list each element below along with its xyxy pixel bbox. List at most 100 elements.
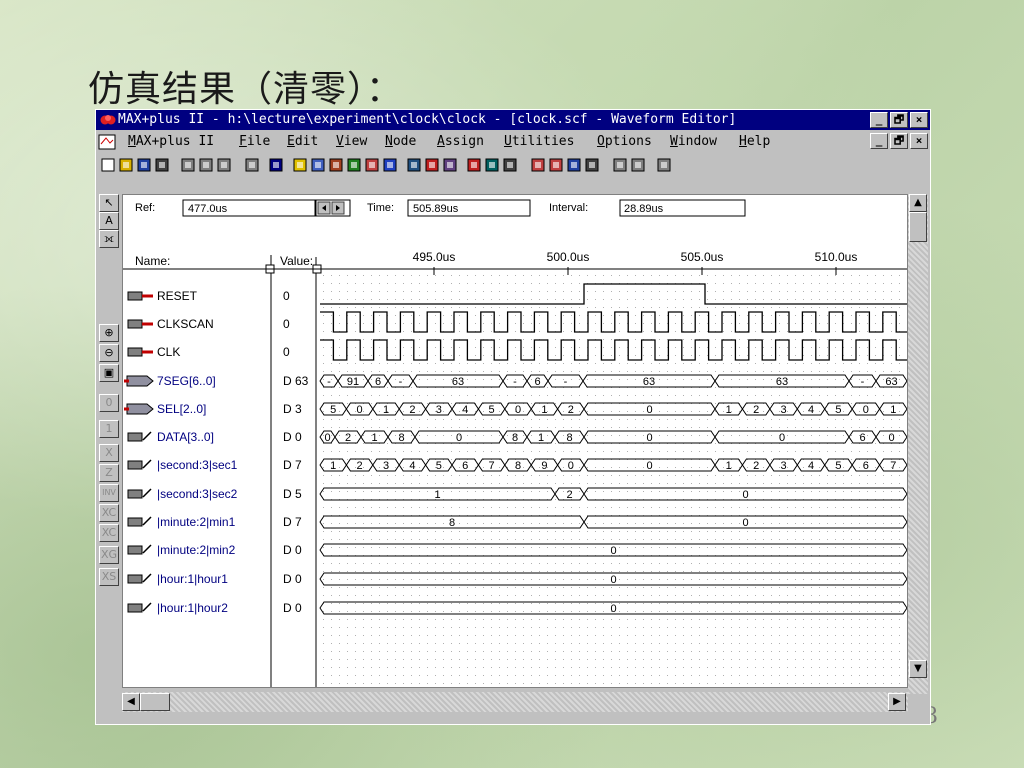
set-z-icon[interactable]: Z [99,464,119,482]
probe-timing-icon[interactable] [612,157,628,173]
signal-row[interactable]: |hour:1|hour2 D 0 [127,601,302,615]
doc-restore-button[interactable]: 🗗 [890,133,908,149]
close-button[interactable]: × [910,112,928,128]
save-icon-glyph [137,158,151,172]
signal-name[interactable]: CLKSCAN [157,317,214,331]
save-check-icon[interactable] [502,157,518,173]
signal-name[interactable]: 7SEG[6..0] [157,374,216,388]
menu-utilities[interactable]: Utilities [504,131,574,153]
open-icon[interactable] [118,157,134,173]
overwrite-count-icon[interactable]: XC [99,524,119,542]
signal-name[interactable]: RESET [157,289,198,303]
probe-icon[interactable] [566,157,582,173]
vertical-scroll-thumb[interactable] [909,212,927,242]
node-icon[interactable]: ⟗ [99,230,119,248]
set-x-icon[interactable]: X [99,444,119,462]
invert-icon[interactable]: INV [99,484,119,502]
zoom-in-icon[interactable]: ⊕ [99,324,119,342]
undo-icon-glyph [245,158,259,172]
signal-row[interactable]: |minute:2|min1 D 7 [127,515,302,529]
waveform-display[interactable]: Ref: 477.0us Time: 505.89us Interval: 28… [123,195,907,687]
overwrite-group-icon[interactable]: XG [99,546,119,564]
menu-edit[interactable]: Edit [287,131,318,153]
symbol-icon[interactable] [346,157,362,173]
signal-name[interactable]: |hour:1|hour2 [157,601,228,615]
floorplan-icon[interactable] [328,157,344,173]
vertical-scrollbar[interactable]: ▲ ▼ [908,194,928,694]
menu-options[interactable]: Options [597,131,652,153]
copy-icon[interactable] [198,157,214,173]
menu-help[interactable]: Help [739,131,770,153]
scroll-right-button[interactable]: ▶ [888,693,906,711]
horizontal-scrollbar[interactable]: ◀ ▶ [122,692,908,712]
doc-icon[interactable] [98,134,116,150]
scroll-down-button[interactable]: ▼ [909,660,927,678]
menu-view[interactable]: View [336,131,367,153]
programmer-icon[interactable] [466,157,482,173]
minimize-button[interactable]: _ [870,112,888,128]
menu-node[interactable]: Node [385,131,416,153]
menu-window[interactable]: Window [670,131,717,153]
print-icon[interactable] [154,157,170,173]
signal-row[interactable]: CLKSCAN 0 [127,317,290,331]
timing-icon[interactable] [442,157,458,173]
undo-icon[interactable] [244,157,260,173]
probe-prog-icon[interactable] [630,157,646,173]
bus-value-label: 6 [534,376,540,388]
signal-row[interactable]: 7SEG[6..0] D 63 [124,374,309,388]
fit-icon[interactable]: ▣ [99,364,119,382]
waveform-canvas[interactable]: Ref: 477.0us Time: 505.89us Interval: 28… [122,194,908,688]
horizontal-scroll-thumb[interactable] [140,693,170,711]
save-compile-icon[interactable] [530,157,546,173]
signal-name[interactable]: |second:3|sec2 [157,487,238,501]
overwrite-value-icon[interactable]: XS [99,568,119,586]
menu-file[interactable]: File [239,131,270,153]
hierarchy-icon[interactable] [310,157,326,173]
text-tool-icon[interactable]: A [99,212,119,230]
bus-value-label: 0 [742,517,748,529]
title-bar[interactable]: MAX+plus II - h:\lecture\experiment\cloc… [96,110,930,130]
overwrite-clock-icon[interactable]: XC [99,504,119,522]
signal-row[interactable]: SEL[2..0] D 3 [124,402,302,416]
signal-name[interactable]: |second:3|sec1 [157,458,238,472]
compile-icon[interactable] [406,157,422,173]
waveform-icon[interactable] [382,157,398,173]
menu-assign[interactable]: Assign [437,131,484,153]
pointer-icon[interactable]: ↖ [99,194,119,212]
paste-icon[interactable] [216,157,232,173]
signal-name[interactable]: SEL[2..0] [157,402,206,416]
signal-name[interactable]: CLK [157,345,180,359]
probe-sim-icon[interactable] [584,157,600,173]
signal-row[interactable]: |second:3|sec1 D 7 [127,458,302,472]
text-icon[interactable] [364,157,380,173]
menu-maxplus[interactable]: MAX+plus II [128,131,214,153]
scroll-up-button[interactable]: ▲ [909,194,927,212]
set-0-icon[interactable]: 0 [99,394,119,412]
signal-name[interactable]: |hour:1|hour1 [157,572,228,586]
signal-row[interactable]: DATA[3..0] D 0 [127,430,302,444]
signal-row[interactable]: |hour:1|hour1 D 0 [127,572,302,586]
zoom-out-icon[interactable]: ⊖ [99,344,119,362]
scroll-left-button[interactable]: ◀ [122,693,140,711]
signal-row[interactable]: CLK 0 [127,345,290,359]
new-icon[interactable] [100,157,116,173]
set-1-icon[interactable]: 1 [99,420,119,438]
save-simulate-icon[interactable] [548,157,564,173]
signal-row[interactable]: RESET 0 [127,289,290,303]
save-icon[interactable] [136,157,152,173]
bus-value-label: - [327,376,331,388]
signal-row[interactable]: |minute:2|min2 D 0 [127,543,302,557]
signal-name[interactable]: |minute:2|min2 [157,543,236,557]
doc-minimize-button[interactable]: _ [870,133,888,149]
grid-icon[interactable] [656,157,672,173]
project-icon[interactable] [484,157,500,173]
signal-name[interactable]: |minute:2|min1 [157,515,236,529]
warning-icon[interactable] [292,157,308,173]
simulate-icon[interactable] [424,157,440,173]
signal-name[interactable]: DATA[3..0] [157,430,214,444]
cut-icon[interactable] [180,157,196,173]
doc-close-button[interactable]: × [910,133,928,149]
signal-row[interactable]: |second:3|sec2 D 5 [127,487,302,501]
restore-button[interactable]: 🗗 [890,112,908,128]
help-icon[interactable] [268,157,284,173]
